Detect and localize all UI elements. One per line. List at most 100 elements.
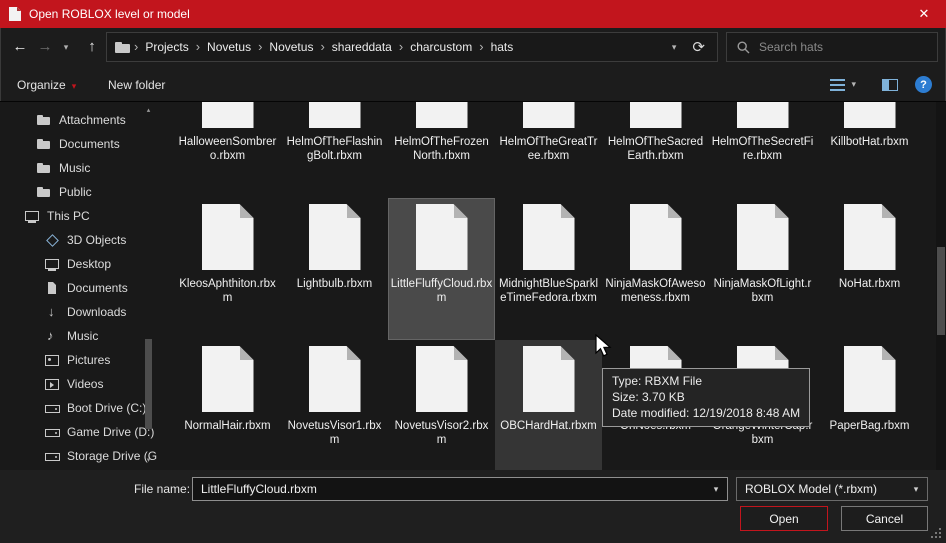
tooltip-size: Size: 3.70 KB xyxy=(612,389,800,405)
cancel-button[interactable]: Cancel xyxy=(841,506,928,531)
file-icon xyxy=(202,204,254,270)
file-name: PaperBag.rbxm xyxy=(819,419,921,433)
sidebar-item-label: Game Drive (D:) xyxy=(67,425,154,439)
file-tooltip: Type: RBXM File Size: 3.70 KB Date modif… xyxy=(602,368,810,427)
file-item[interactable]: NinjaMaskOfAwesomeness.rbxm xyxy=(602,198,709,340)
file-icon xyxy=(844,204,896,270)
breadcrumb-item-novetus2[interactable]: Novetus xyxy=(262,33,320,61)
preview-pane-button[interactable] xyxy=(882,79,898,91)
file-type-select[interactable]: ROBLOX Model (*.rbxm) ▾ xyxy=(736,477,928,501)
refresh-icon[interactable]: ⟳ xyxy=(684,38,713,56)
close-button[interactable]: ✕ xyxy=(902,0,946,28)
sidebar-item-downloads[interactable]: Downloads xyxy=(0,300,160,324)
file-list-scrollbar-thumb[interactable] xyxy=(937,247,945,335)
file-name: NovetusVisor1.rbxm xyxy=(284,419,386,447)
file-item[interactable]: MidnightBlueSparkleTimeFedora.rbxm xyxy=(495,198,602,340)
file-item[interactable]: NovetusVisor2.rbxm xyxy=(388,340,495,470)
sidebar-item-label: Public xyxy=(59,185,92,199)
breadcrumb-item-novetus[interactable]: Novetus xyxy=(200,33,258,61)
dialog-footer: File name: LittleFluffyCloud.rbxm ▾ ROBL… xyxy=(0,470,946,543)
up-button[interactable]: ↑ xyxy=(80,32,104,62)
file-item[interactable]: NormalHair.rbxm xyxy=(174,340,281,470)
file-icon xyxy=(309,204,361,270)
scroll-down-icon[interactable]: ▾ xyxy=(144,456,153,466)
file-icon xyxy=(844,102,896,128)
resize-grip-icon[interactable] xyxy=(931,528,942,539)
sidebar-item-desktop[interactable]: Desktop xyxy=(0,252,160,276)
sidebar-item-public[interactable]: Public xyxy=(0,180,160,204)
sidebar-item-this-pc[interactable]: This PC xyxy=(0,204,160,228)
chevron-down-icon[interactable]: ▾ xyxy=(905,484,927,495)
forward-button[interactable]: → xyxy=(34,32,56,62)
new-folder-button[interactable]: New folder xyxy=(108,70,165,100)
picture-icon xyxy=(44,352,60,368)
file-item[interactable]: HelmOfTheFlashingBolt.rbxm xyxy=(281,102,388,198)
sidebar-item-boot-drive-c[interactable]: Boot Drive (C:) xyxy=(0,396,160,420)
file-item[interactable]: HelmOfTheGreatTree.rbxm xyxy=(495,102,602,198)
sidebar-item-music[interactable]: Music xyxy=(0,156,160,180)
sidebar-item-music[interactable]: Music xyxy=(0,324,160,348)
scroll-up-icon[interactable]: ▴ xyxy=(144,106,153,116)
file-icon xyxy=(309,102,361,128)
tooltip-modified: Date modified: 12/19/2018 8:48 AM xyxy=(612,405,800,421)
file-item-selected[interactable]: LittleFluffyCloud.rbxm xyxy=(388,198,495,340)
file-icon xyxy=(737,204,789,270)
file-icon xyxy=(416,346,468,412)
file-icon xyxy=(630,102,682,128)
search-box[interactable]: Search hats xyxy=(726,32,938,62)
file-item[interactable]: HalloweenSombrero.rbxm xyxy=(174,102,281,198)
file-item[interactable]: Lightbulb.rbxm xyxy=(281,198,388,340)
address-history-chevron-icon[interactable]: ▾ xyxy=(664,42,685,53)
sidebar-item-documents[interactable]: Documents xyxy=(0,132,160,156)
search-icon xyxy=(737,41,750,54)
breadcrumb-item-shareddata[interactable]: shareddata xyxy=(325,33,399,61)
sidebar-item-videos[interactable]: Videos xyxy=(0,372,160,396)
app-icon xyxy=(9,7,21,21)
file-name: NoHat.rbxm xyxy=(819,277,921,291)
sidebar-item-attachments[interactable]: Attachments xyxy=(0,108,160,132)
sidebar-scrollbar-thumb[interactable] xyxy=(145,339,152,429)
file-item[interactable]: NovetusVisor1.rbxm xyxy=(281,340,388,470)
organize-button[interactable]: Organize▾ xyxy=(17,70,76,100)
chevron-down-icon: ▾ xyxy=(72,81,77,91)
file-type-value: ROBLOX Model (*.rbxm) xyxy=(737,482,905,496)
change-view-button[interactable]: ▾ xyxy=(830,78,856,91)
sidebar-item-documents[interactable]: Documents xyxy=(0,276,160,300)
help-button[interactable]: ? xyxy=(915,76,932,93)
file-list-scrollbar[interactable] xyxy=(936,102,946,470)
sidebar-item-pictures[interactable]: Pictures xyxy=(0,348,160,372)
file-name: NormalHair.rbxm xyxy=(177,419,279,433)
file-item[interactable]: NoHat.rbxm xyxy=(816,198,923,340)
sidebar-item-3d-objects[interactable]: 3D Objects xyxy=(0,228,160,252)
file-item[interactable]: PaperBag.rbxm xyxy=(816,340,923,470)
file-item[interactable]: KillbotHat.rbxm xyxy=(816,102,923,198)
file-icon xyxy=(844,346,896,412)
open-button[interactable]: Open xyxy=(740,506,828,531)
sidebar-item-game-drive-d[interactable]: Game Drive (D:) xyxy=(0,420,160,444)
address-bar[interactable]: › Projects › Novetus › Novetus › sharedd… xyxy=(106,32,718,62)
window-title: Open ROBLOX level or model xyxy=(29,7,190,21)
file-item-hovered[interactable]: OBCHardHat.rbxm xyxy=(495,340,602,470)
cube-icon xyxy=(44,232,60,248)
file-name: NinjaMaskOfLight.rbxm xyxy=(712,277,814,305)
sidebar-scrollbar[interactable]: ▴ ▾ xyxy=(144,104,153,468)
breadcrumb-item-projects[interactable]: Projects xyxy=(138,33,195,61)
sidebar-item-label: 3D Objects xyxy=(67,233,126,247)
file-item[interactable]: HelmOfTheSecretFire.rbxm xyxy=(709,102,816,198)
file-icon xyxy=(416,102,468,128)
file-name: HelmOfTheFlashingBolt.rbxm xyxy=(284,135,386,163)
file-item[interactable]: HelmOfTheFrozenNorth.rbxm xyxy=(388,102,495,198)
breadcrumb-item-hats[interactable]: hats xyxy=(484,33,521,61)
back-button[interactable]: ← xyxy=(8,32,32,62)
file-item[interactable]: HelmOfTheSacredEarth.rbxm xyxy=(602,102,709,198)
breadcrumb-item-charcustom[interactable]: charcustom xyxy=(403,33,479,61)
chevron-down-icon[interactable]: ▾ xyxy=(705,484,727,495)
sidebar-item-storage-drive-g[interactable]: Storage Drive (G xyxy=(0,444,160,468)
file-item[interactable]: NinjaMaskOfLight.rbxm xyxy=(709,198,816,340)
file-item[interactable]: KleosAphthiton.rbxm xyxy=(174,198,281,340)
recent-locations-chevron-icon[interactable]: ▾ xyxy=(58,32,74,62)
file-name-input[interactable]: LittleFluffyCloud.rbxm ▾ xyxy=(192,477,728,501)
command-toolbar: Organize▾ New folder ▾ ? xyxy=(0,70,946,102)
file-name-label: File name: xyxy=(134,482,190,496)
folder-icon xyxy=(36,112,52,128)
